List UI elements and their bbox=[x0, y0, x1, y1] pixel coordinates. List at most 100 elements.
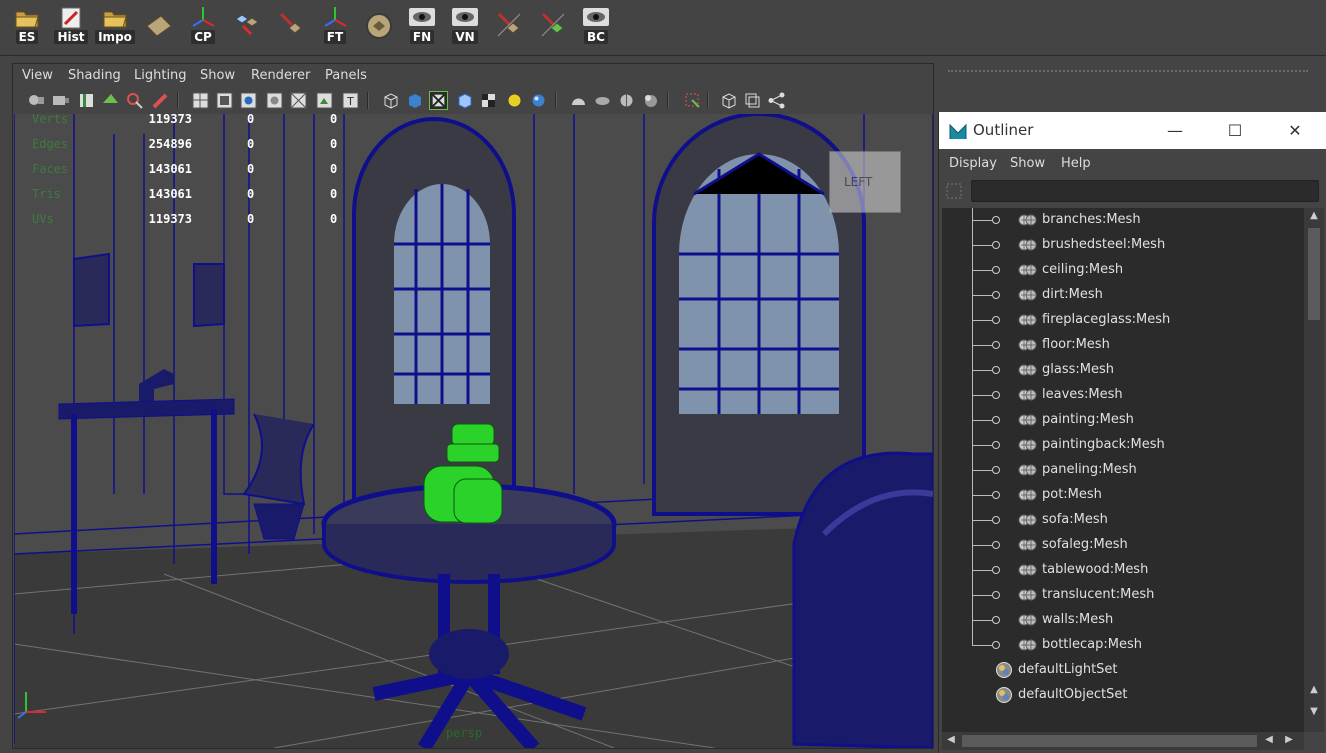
tree-row-mesh[interactable]: walls:Mesh bbox=[942, 608, 1304, 633]
expand-knob[interactable] bbox=[992, 291, 1000, 299]
view-cube[interactable]: LEFT bbox=[829, 151, 901, 213]
smooth-shade-icon[interactable] bbox=[405, 91, 424, 110]
panel-layout-icon[interactable] bbox=[743, 91, 762, 110]
tree-row-mesh[interactable]: paintingback:Mesh bbox=[942, 433, 1304, 458]
screen-space-ao-icon[interactable] bbox=[569, 91, 588, 110]
node-graph-icon[interactable] bbox=[767, 91, 786, 110]
shelf-button-tool[interactable] bbox=[271, 4, 311, 48]
expand-knob[interactable] bbox=[992, 616, 1000, 624]
filter-icon[interactable] bbox=[944, 181, 964, 201]
tree-row-mesh[interactable]: fireplaceglass:Mesh bbox=[942, 308, 1304, 333]
scroll-down-arrow[interactable]: ▲ bbox=[1307, 684, 1321, 698]
tree-row-mesh[interactable]: paneling:Mesh bbox=[942, 458, 1304, 483]
tree-row-mesh[interactable]: translucent:Mesh bbox=[942, 583, 1304, 608]
shelf-button-hist[interactable]: Hist bbox=[51, 4, 91, 48]
tree-row-mesh[interactable]: floor:Mesh bbox=[942, 333, 1304, 358]
shelf-button-ft[interactable]: FT bbox=[315, 4, 355, 48]
menu-shading[interactable]: Shading bbox=[68, 68, 121, 83]
depth-of-field-icon[interactable] bbox=[641, 91, 660, 110]
tree-row-mesh[interactable]: tablewood:Mesh bbox=[942, 558, 1304, 583]
menu-help[interactable]: Help bbox=[1061, 156, 1091, 171]
anti-aliasing-icon[interactable] bbox=[617, 91, 636, 110]
gate-mask-icon[interactable] bbox=[265, 91, 284, 110]
menu-show[interactable]: Show bbox=[200, 68, 235, 83]
expand-knob[interactable] bbox=[992, 591, 1000, 599]
scroll-right-arrow[interactable]: ▶ bbox=[1282, 734, 1296, 748]
menu-display[interactable]: Display bbox=[949, 156, 997, 171]
tree-row-mesh[interactable]: bottlecap:Mesh bbox=[942, 633, 1304, 658]
shelf-button-vn[interactable]: VN bbox=[445, 4, 485, 48]
minimize-button[interactable]: — bbox=[1155, 117, 1195, 143]
expand-knob[interactable] bbox=[992, 216, 1000, 224]
tree-row-mesh[interactable]: sofa:Mesh bbox=[942, 508, 1304, 533]
menu-show[interactable]: Show bbox=[1010, 156, 1045, 171]
shelf-button-impo[interactable]: Impo bbox=[95, 4, 135, 48]
tree-row-mesh[interactable]: dirt:Mesh bbox=[942, 283, 1304, 308]
scroll-thumb[interactable] bbox=[1308, 228, 1320, 320]
camera-attributes-icon[interactable] bbox=[51, 91, 70, 110]
expand-knob[interactable] bbox=[992, 566, 1000, 574]
grid-icon[interactable] bbox=[191, 91, 210, 110]
tree-row-set[interactable]: defaultObjectSet bbox=[942, 683, 1304, 708]
camera-select-icon[interactable] bbox=[27, 91, 46, 110]
tree-row-mesh[interactable]: ceiling:Mesh bbox=[942, 258, 1304, 283]
wireframe-icon[interactable] bbox=[381, 91, 400, 110]
tree-row-mesh[interactable]: glass:Mesh bbox=[942, 358, 1304, 383]
grease-pencil-icon[interactable] bbox=[151, 91, 170, 110]
maximize-button[interactable]: ☐ bbox=[1215, 117, 1255, 143]
use-all-lights-icon[interactable] bbox=[505, 91, 524, 110]
cube-view-icon[interactable] bbox=[719, 91, 738, 110]
shelf-button-bc[interactable]: BC bbox=[576, 4, 616, 48]
field-chart-icon[interactable] bbox=[289, 91, 308, 110]
shelf-button-es[interactable]: ES bbox=[7, 4, 47, 48]
tree-row-set[interactable]: defaultLightSet bbox=[942, 658, 1304, 683]
tree-row-mesh[interactable]: painting:Mesh bbox=[942, 408, 1304, 433]
tree-row-mesh[interactable]: brushedsteel:Mesh bbox=[942, 233, 1304, 258]
shelf-button-plane[interactable] bbox=[139, 4, 179, 48]
scroll-thumb[interactable] bbox=[962, 735, 1257, 747]
shelf-button-snap[interactable] bbox=[227, 4, 267, 48]
dock-grip[interactable] bbox=[948, 70, 1308, 74]
shelf-button-paint[interactable] bbox=[489, 4, 529, 48]
outliner-search-input[interactable] bbox=[971, 180, 1319, 202]
isolate-select-icon[interactable] bbox=[683, 91, 702, 110]
xray-icon[interactable] bbox=[455, 91, 474, 110]
shelf-button-brush[interactable] bbox=[533, 4, 573, 48]
safe-title-icon[interactable]: T bbox=[341, 91, 360, 110]
3d-viewport[interactable]: LEFT persp Verts 119373 0 0 Edges 254896… bbox=[14, 114, 933, 748]
motion-blur-icon[interactable] bbox=[593, 91, 612, 110]
tree-row-mesh[interactable]: leaves:Mesh bbox=[942, 383, 1304, 408]
image-plane-icon[interactable] bbox=[101, 91, 120, 110]
shelf-button-cp[interactable]: CP bbox=[183, 4, 223, 48]
menu-lighting[interactable]: Lighting bbox=[134, 68, 187, 83]
expand-knob[interactable] bbox=[992, 341, 1000, 349]
shelf-button-sphere[interactable] bbox=[359, 4, 399, 48]
expand-knob[interactable] bbox=[992, 416, 1000, 424]
tree-row-mesh[interactable]: sofaleg:Mesh bbox=[942, 533, 1304, 558]
shadows-icon[interactable] bbox=[529, 91, 548, 110]
textured-icon[interactable] bbox=[479, 91, 498, 110]
close-button[interactable]: ✕ bbox=[1275, 117, 1315, 143]
2d-pan-zoom-icon[interactable] bbox=[125, 91, 144, 110]
expand-knob[interactable] bbox=[992, 366, 1000, 374]
expand-knob[interactable] bbox=[992, 266, 1000, 274]
expand-knob[interactable] bbox=[992, 441, 1000, 449]
outliner-tree[interactable]: branches:Mesh brushedsteel:Mesh ceiling:Me… bbox=[942, 208, 1304, 732]
resolution-gate-icon[interactable] bbox=[239, 91, 258, 110]
tree-row-mesh[interactable]: branches:Mesh bbox=[942, 208, 1304, 233]
expand-knob[interactable] bbox=[992, 391, 1000, 399]
expand-knob[interactable] bbox=[992, 241, 1000, 249]
outliner-titlebar[interactable]: Outliner — ☐ ✕ bbox=[939, 112, 1326, 149]
expand-knob[interactable] bbox=[992, 641, 1000, 649]
vertical-scrollbar[interactable]: ▲ ▲ ▼ bbox=[1304, 208, 1324, 732]
expand-knob[interactable] bbox=[992, 316, 1000, 324]
horizontal-scrollbar[interactable]: ◀ ◀ ▶ bbox=[942, 732, 1304, 750]
scroll-up-arrow[interactable]: ▲ bbox=[1307, 210, 1321, 224]
shelf-button-fn[interactable]: FN bbox=[402, 4, 442, 48]
expand-knob[interactable] bbox=[992, 491, 1000, 499]
bookmarks-icon[interactable] bbox=[77, 91, 96, 110]
menu-panels[interactable]: Panels bbox=[325, 68, 367, 83]
expand-knob[interactable] bbox=[992, 541, 1000, 549]
scroll-left-arrow[interactable]: ◀ bbox=[1262, 734, 1276, 748]
expand-knob[interactable] bbox=[992, 516, 1000, 524]
